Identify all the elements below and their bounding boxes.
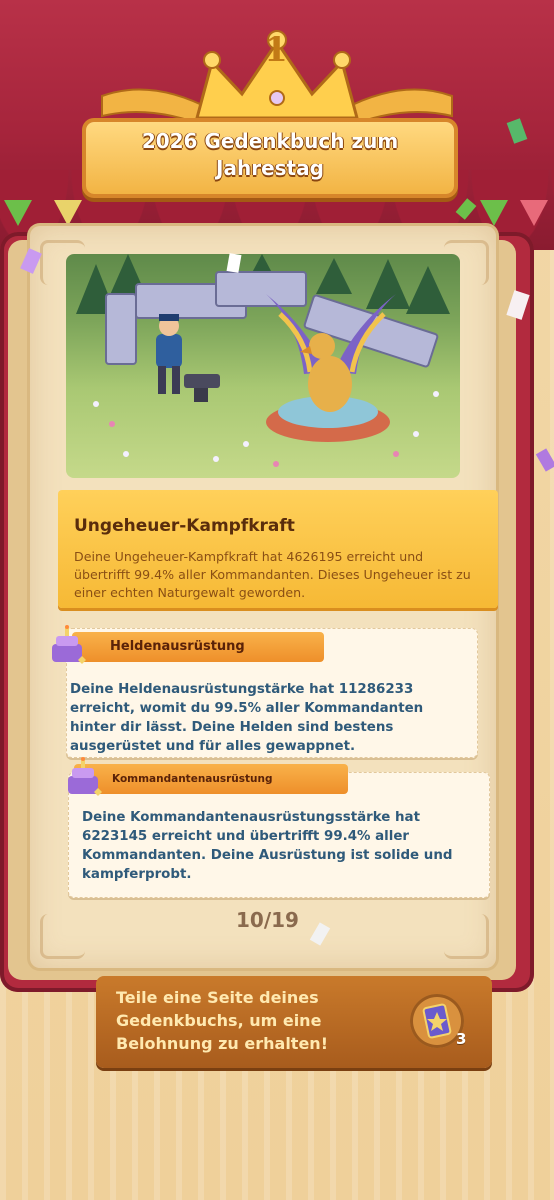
reward-count: 3 [456, 1030, 467, 1048]
hero-equipment-text: Deine Heldenausrüstungstärke hat 1128623… [70, 682, 424, 754]
page-corner-ornament [40, 914, 85, 959]
page-corner-ornament [444, 914, 489, 959]
cake-icon [68, 757, 102, 796]
rank-number: 1 [264, 30, 288, 70]
title-line-2: Jahrestag [216, 156, 324, 180]
cake-icon [52, 625, 86, 664]
title-line-1: 2026 Gedenkbuch zum [141, 129, 399, 153]
commander-equipment-tag: Kommandantenausrüstung [74, 764, 348, 794]
monster-illustration [66, 254, 460, 478]
hero-equipment-tag: Heldenausrüstung [72, 632, 324, 662]
commander-equipment-text: Deine Kommandantenausrüstungsstärke hat … [82, 810, 453, 882]
page-title: 2026 Gedenkbuch zum Jahrestag [86, 128, 454, 182]
page-indicator: 10/19 [236, 908, 299, 932]
share-reward-text[interactable]: Teile eine Seite deines Gedenkbuchs, um … [116, 986, 376, 1055]
feature-title: Ungeheuer-Kampfkraft [74, 516, 295, 536]
feature-description: Deine Ungeheuer-Kampfkraft hat 4626195 e… [74, 549, 471, 600]
